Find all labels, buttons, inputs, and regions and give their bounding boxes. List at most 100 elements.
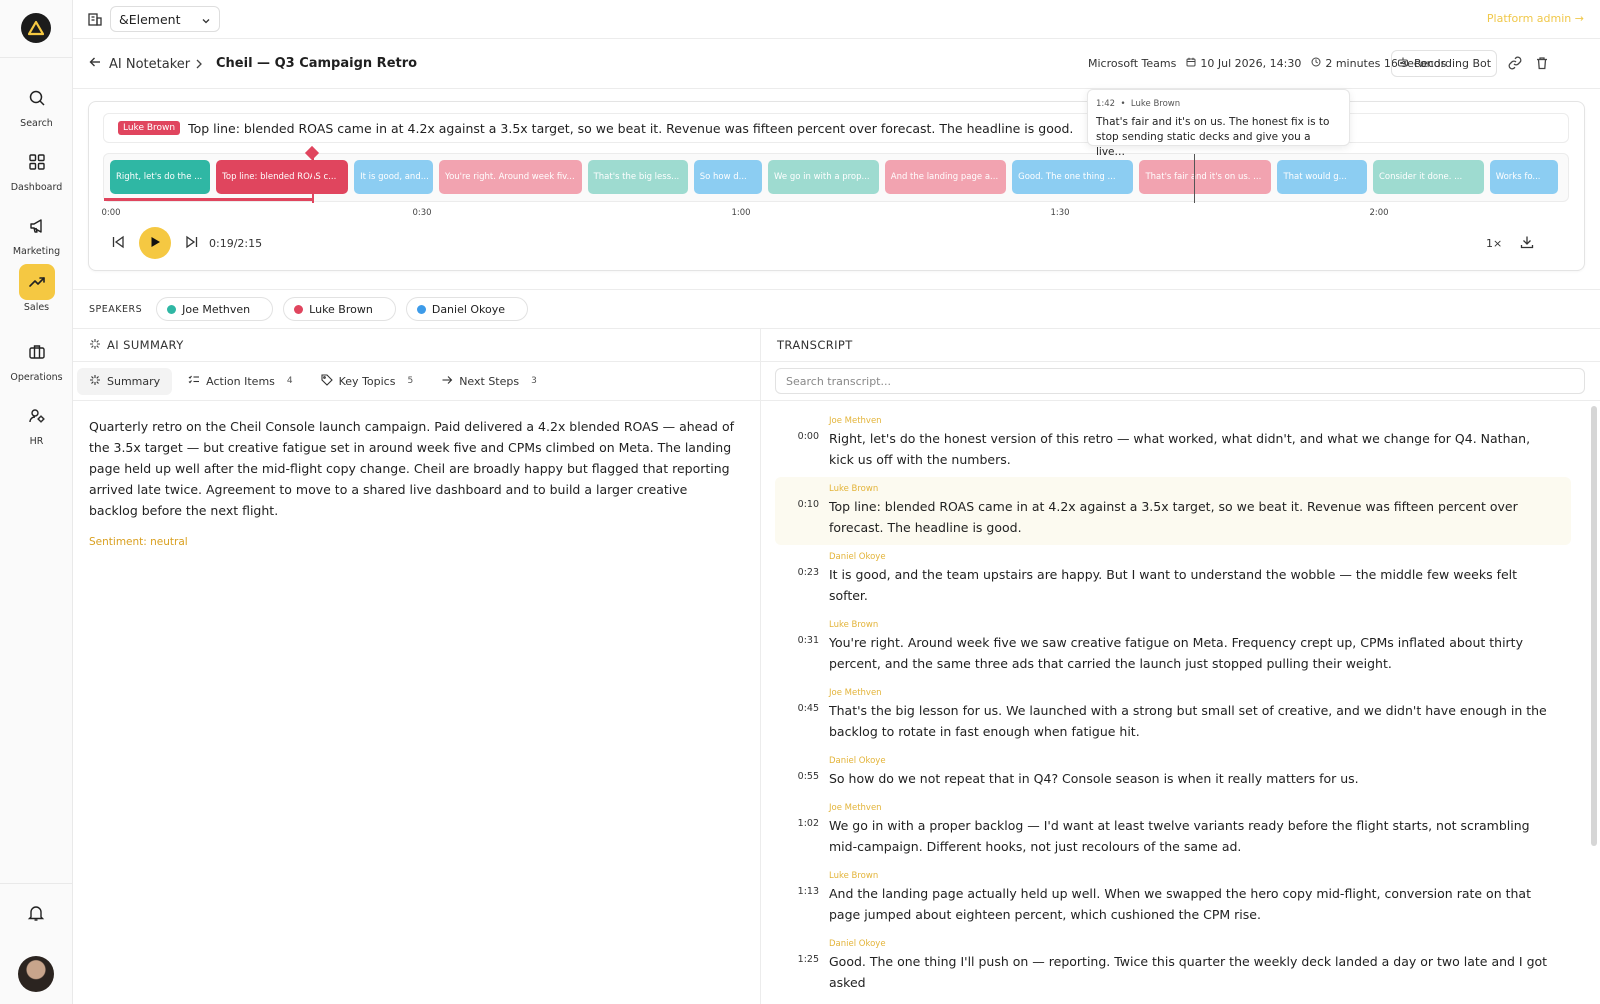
people-icon	[19, 398, 55, 434]
speaker-chip[interactable]: Luke Brown	[283, 297, 396, 321]
link-icon[interactable]	[1508, 56, 1522, 73]
tab-key-topics[interactable]: Key Topics 5	[309, 368, 426, 395]
briefcase-icon	[19, 334, 55, 370]
timeline-tick: 1:30	[1050, 208, 1070, 218]
transcript-search-input[interactable]	[775, 368, 1585, 394]
entry-timestamp[interactable]: 0:23	[785, 567, 819, 578]
skip-forward-icon[interactable]	[185, 235, 199, 252]
sidebar-item-search[interactable]: Search	[0, 80, 73, 129]
transcript-entry[interactable]: 0:55 Daniel Okoye So how do we not repeat …	[775, 749, 1571, 796]
entry-speaker: Daniel Okoye	[829, 756, 886, 766]
panel-title: AI SUMMARY	[107, 338, 184, 352]
skip-back-icon[interactable]	[111, 235, 125, 252]
entry-timestamp[interactable]: 1:13	[785, 886, 819, 897]
sparkle-icon	[89, 374, 101, 389]
speakers-label: SPEAKERS	[89, 303, 143, 315]
timeline-segment[interactable]: And the landing page a...	[884, 160, 1007, 194]
sidebar-item-hr[interactable]: HR	[0, 398, 73, 447]
entry-timestamp[interactable]: 0:55	[785, 771, 819, 782]
chevron-down-icon	[201, 14, 211, 29]
timeline-segment[interactable]: It is good, and...	[354, 160, 433, 194]
sidebar-item-label: Sales	[23, 302, 50, 313]
clock-icon	[1311, 57, 1321, 70]
org-selector[interactable]: &Element	[110, 6, 220, 32]
dashboard-icon	[19, 144, 55, 180]
transcript-scrollbar[interactable]	[1591, 406, 1597, 846]
timeline-segment[interactable]: Works fo...	[1489, 160, 1558, 194]
summary-text: Quarterly retro on the Cheil Console lau…	[89, 419, 734, 518]
segment-timeline[interactable]: Works fo... Consider it done. ... That wou…	[103, 148, 1569, 203]
speaker-chip[interactable]: Daniel Okoye	[405, 297, 529, 321]
bell-icon[interactable]	[27, 904, 45, 925]
breadcrumb-ai-notetaker[interactable]: AI Notetaker	[109, 57, 190, 72]
page-title: Cheil — Q3 Campaign Retro	[216, 56, 418, 71]
transcript-entry[interactable]: 0:00 Joe Methven Right, let's do the hones…	[775, 409, 1571, 477]
sidebar-item-label: Operations	[10, 372, 63, 383]
entry-timestamp[interactable]: 0:31	[785, 635, 819, 646]
sidebar-item-sales[interactable]: Sales	[0, 264, 73, 313]
app-logo[interactable]	[21, 13, 51, 43]
tab-next-steps[interactable]: Next Steps 3	[429, 368, 549, 395]
ai-summary-panel: AI SUMMARY Summary Action Items 4 Key To…	[73, 329, 761, 1004]
timeline-segment[interactable]: We go in with a prop...	[768, 160, 879, 194]
tab-count: 4	[286, 376, 293, 386]
recording-bot-label: Recording Bot	[1413, 57, 1492, 70]
transcript-entry[interactable]: 1:25 Daniel Okoye Good. The one thing I'll…	[775, 932, 1571, 1000]
entry-timestamp[interactable]: 1:25	[785, 954, 819, 965]
transcript-entry[interactable]: 0:45 Joe Methven That's the big lesson for…	[775, 681, 1571, 749]
speaker-name: Luke Brown	[309, 302, 373, 316]
download-icon[interactable]	[1520, 235, 1534, 252]
speaker-chip[interactable]: Joe Methven	[156, 297, 274, 321]
sidebar-item-operations[interactable]: Operations	[0, 334, 73, 383]
speaker-color-dot	[416, 304, 426, 314]
entry-text: Top line: blended ROAS came in at 4.2x a…	[829, 499, 1518, 535]
entry-timestamp[interactable]: 1:02	[785, 818, 819, 829]
summary-tabs: Summary Action Items 4 Key Topics 5 Next…	[73, 362, 760, 401]
entry-speaker: Daniel Okoye	[829, 939, 886, 949]
transcript-entry[interactable]: 1:13 Luke Brown And the landing page actua…	[775, 864, 1571, 932]
hover-indicator	[1194, 154, 1195, 203]
entry-timestamp[interactable]: 0:10	[785, 499, 819, 510]
playhead[interactable]	[311, 148, 314, 203]
sidebar-item-dashboard[interactable]: Dashboard	[0, 144, 73, 193]
transcript-entry[interactable]: 0:10 Luke Brown Top line: blended ROAS cam…	[775, 477, 1571, 545]
timeline-ticks: 0:00 0:30 1:00 1:30 2:00	[101, 208, 1569, 220]
play-button[interactable]	[139, 227, 171, 259]
timeline-segment[interactable]: Good. The one thing ...	[1012, 160, 1134, 194]
timeline-tick: 0:00	[101, 208, 121, 218]
timeline-segment[interactable]: That's the big less...	[587, 160, 688, 194]
timeline-segment[interactable]: Consider it done. ...	[1372, 160, 1484, 194]
entry-timestamp[interactable]: 0:45	[785, 703, 819, 714]
sidebar-divider	[0, 57, 73, 58]
tab-summary[interactable]: Summary	[77, 367, 173, 395]
transcript-list: 0:00 Joe Methven Right, let's do the hones…	[761, 409, 1571, 1000]
tab-count: 3	[531, 376, 537, 386]
playback-speed[interactable]: 1×	[1486, 237, 1502, 250]
trash-icon[interactable]	[1535, 56, 1549, 73]
timeline-segment[interactable]: You're right. Around week fiv...	[439, 160, 582, 194]
timeline-segment[interactable]: Right, let's do the ...	[110, 160, 211, 194]
entry-text: So how do we not repeat that in Q4? Cons…	[829, 771, 1359, 786]
transcript-entry[interactable]: 0:31 Luke Brown You're right. Around week …	[775, 613, 1571, 681]
tooltip-time: 1:42	[1096, 99, 1116, 109]
transcript-entry[interactable]: 1:02 Joe Methven We go in with a proper ba…	[775, 796, 1571, 864]
sidebar-item-marketing[interactable]: Marketing	[0, 208, 73, 257]
caption-speaker-tag: Luke Brown	[118, 121, 181, 135]
back-button[interactable]: AI Notetaker	[89, 56, 190, 72]
entry-timestamp[interactable]: 0:00	[785, 431, 819, 442]
recording-bot-button[interactable]: Recording Bot	[1391, 50, 1497, 77]
tab-label: Key Topics	[338, 374, 396, 388]
transcript-entry[interactable]: 0:23 Daniel Okoye It is good, and the team…	[775, 545, 1571, 613]
timeline-segment[interactable]: So how d...	[693, 160, 762, 194]
timeline-segment[interactable]: That would g...	[1277, 160, 1367, 194]
timeline-segment[interactable]: Top line: blended ROAS c...	[216, 160, 349, 194]
timeline-segment[interactable]: That's fair and it's on us. ...	[1139, 160, 1272, 194]
platform-admin-link[interactable]: Platform admin →	[1487, 12, 1584, 25]
user-avatar[interactable]	[18, 956, 54, 992]
sparkle-icon	[89, 338, 101, 353]
playback-progress	[104, 198, 312, 201]
tab-action-items[interactable]: Action Items 4	[176, 368, 304, 395]
speaker-name: Daniel Okoye	[431, 302, 506, 316]
entry-text: We go in with a proper backlog — I'd wan…	[829, 818, 1530, 854]
sidebar-item-label: Search	[20, 118, 53, 129]
